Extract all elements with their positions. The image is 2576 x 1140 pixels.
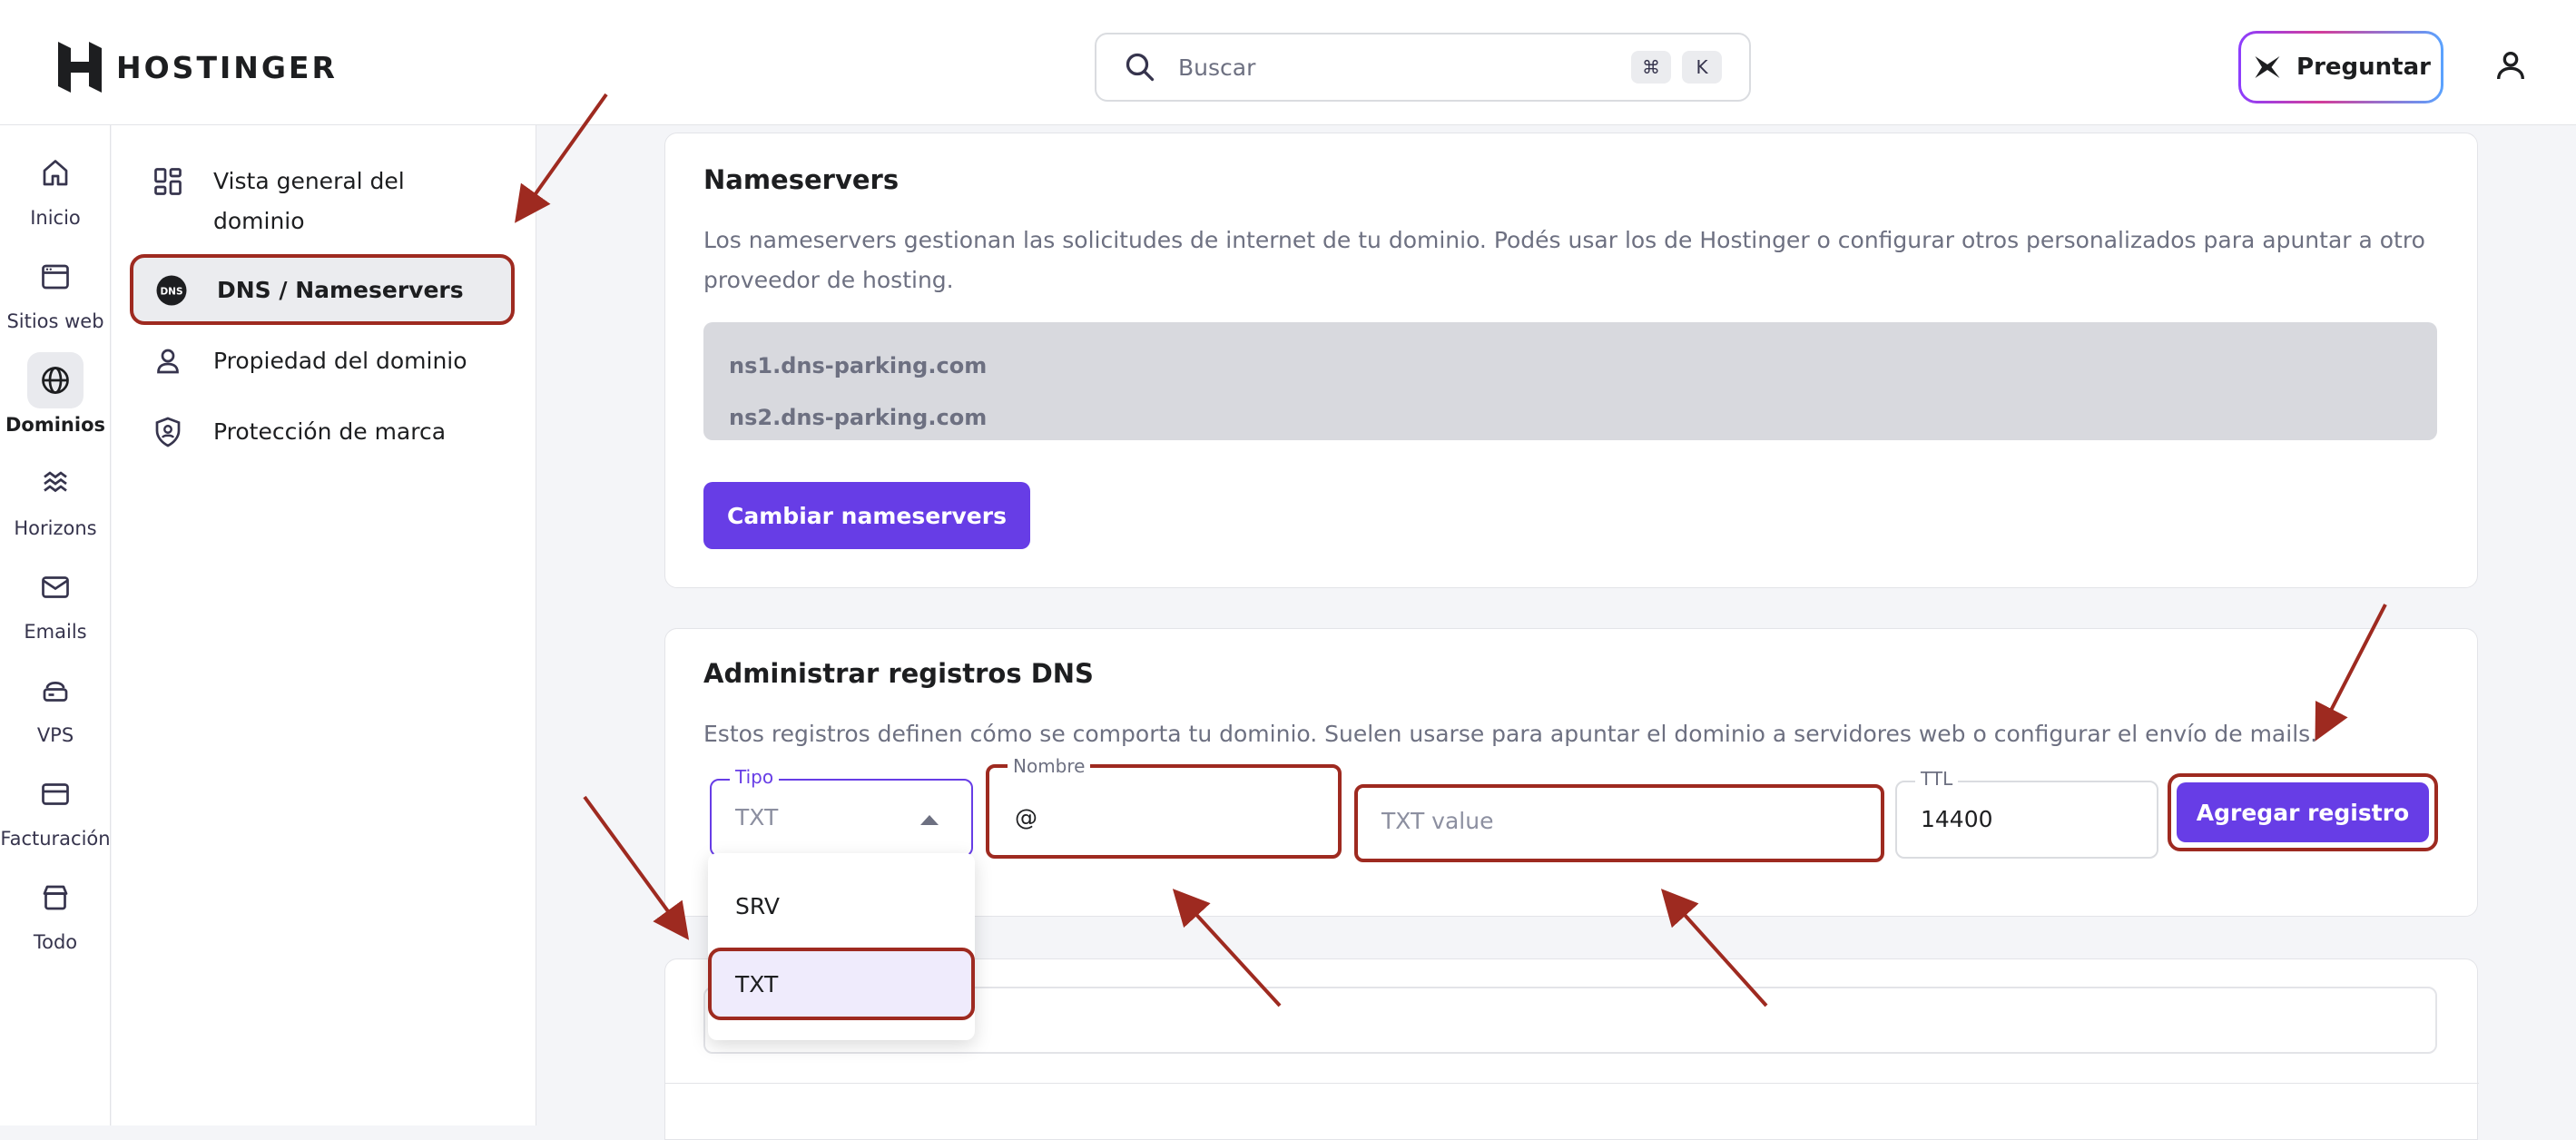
record-name-field[interactable]: Nombre @ xyxy=(986,755,1342,859)
shortcut-key-k: K xyxy=(1682,51,1722,84)
rail-icon-box xyxy=(27,145,84,201)
ask-ai-button[interactable]: Preguntar xyxy=(2238,31,2443,103)
caret-up-icon xyxy=(920,815,939,825)
rail-label: Emails xyxy=(24,621,87,643)
rail-item-vps[interactable]: VPS xyxy=(0,663,111,746)
record-value-field[interactable]: TXT value xyxy=(1354,784,1884,862)
change-nameservers-button[interactable]: Cambiar nameservers xyxy=(703,482,1030,549)
record-name-label: Nombre xyxy=(1008,755,1091,777)
hostinger-logo-icon xyxy=(58,42,102,93)
nameserver-list: ns1.dns-parking.com ns2.dns-parking.com xyxy=(703,322,2437,440)
subnav-label: Vista general del dominio xyxy=(213,168,405,234)
record-ttl-field[interactable]: TTL 14400 xyxy=(1895,768,2158,859)
dropdown-option-txt-label: TXT xyxy=(735,971,779,998)
dashboard-icon xyxy=(154,168,182,195)
home-icon xyxy=(43,160,68,186)
subnav-item-dns-nameservers[interactable]: DNS DNS / Nameservers xyxy=(130,254,515,325)
subnav-label: Propiedad del dominio xyxy=(213,348,467,374)
rail-icon-box xyxy=(27,559,84,615)
rail-label: Horizons xyxy=(14,517,97,539)
ai-spark-icon xyxy=(2255,56,2280,78)
subnav-label: DNS / Nameservers xyxy=(217,277,464,303)
subnav-item-proteccion-marca[interactable]: Protección de marca xyxy=(130,396,515,468)
nameservers-card: Nameservers Los nameservers gestionan la… xyxy=(664,133,2478,588)
search-bar[interactable]: Buscar ⌘ K xyxy=(1095,33,1751,102)
rail-label: Inicio xyxy=(30,207,81,229)
server-icon xyxy=(43,682,68,702)
browser-icon xyxy=(42,264,69,290)
rail-label: Dominios xyxy=(5,414,105,436)
rail-item-dominios[interactable]: Dominios xyxy=(0,352,111,436)
rail-icon-box xyxy=(27,766,84,822)
hostinger-logo[interactable]: HOSTINGER xyxy=(58,42,338,93)
subnav-label: Protección de marca xyxy=(213,418,447,445)
shield-icon xyxy=(155,417,181,447)
add-record-highlight: Agregar registro xyxy=(2168,773,2438,851)
account-icon[interactable] xyxy=(2492,47,2529,84)
rail-icon-box xyxy=(27,456,84,512)
rail-item-inicio[interactable]: Inicio xyxy=(0,145,111,229)
divider xyxy=(665,1083,2479,1084)
waves-icon xyxy=(44,471,67,493)
record-type-dropdown: SRV TXT xyxy=(708,853,975,1040)
search-placeholder: Buscar xyxy=(1178,54,1256,81)
rail-item-todo[interactable]: Todo xyxy=(0,870,111,953)
rail-icon-box xyxy=(27,249,84,305)
ask-ai-button-inner: Preguntar xyxy=(2241,34,2441,101)
top-header: HOSTINGER Buscar ⌘ K Preguntar xyxy=(0,0,2576,125)
record-type-value: TXT xyxy=(735,804,779,830)
rail-label: Todo xyxy=(33,931,78,953)
subnav-item-vista-general[interactable]: Vista general del dominio xyxy=(130,145,515,258)
person-icon xyxy=(157,349,179,374)
svg-text:DNS: DNS xyxy=(160,287,182,298)
rail-item-sitios-web[interactable]: Sitios web xyxy=(0,249,111,332)
rail-item-facturacion[interactable]: Facturación xyxy=(0,766,111,850)
shortcut-key-cmd: ⌘ xyxy=(1631,51,1671,84)
record-value-placeholder: TXT value xyxy=(1381,808,1494,834)
mail-icon xyxy=(42,576,69,598)
globe-icon xyxy=(42,367,69,394)
record-ttl-value: 14400 xyxy=(1921,806,1993,832)
nameserver-2: ns2.dns-parking.com xyxy=(729,405,988,430)
ask-ai-label: Preguntar xyxy=(2296,54,2431,81)
rail-icon-box xyxy=(27,870,84,926)
rail-label: Facturación xyxy=(0,828,111,850)
rail-icon-box xyxy=(27,663,84,719)
record-name-value: @ xyxy=(1015,804,1037,830)
subnav-item-propiedad[interactable]: Propiedad del dominio xyxy=(130,325,515,398)
dns-records-title: Administrar registros DNS xyxy=(703,658,1094,689)
search-icon xyxy=(1126,53,1155,82)
nameserver-1: ns1.dns-parking.com xyxy=(729,353,988,378)
card-icon xyxy=(42,783,69,805)
dns-records-description: Estos registros definen cómo se comporta… xyxy=(703,721,2318,747)
dns-icon: DNS xyxy=(156,275,187,306)
main-nav-rail: Inicio Sitios web Dominios Horizons Emai… xyxy=(0,125,111,1125)
rail-item-horizons[interactable]: Horizons xyxy=(0,456,111,539)
record-ttl-label: TTL xyxy=(1915,768,1959,790)
store-icon xyxy=(43,885,68,910)
rail-item-emails[interactable]: Emails xyxy=(0,559,111,643)
record-type-select[interactable]: Tipo TXT xyxy=(710,766,973,857)
record-type-label: Tipo xyxy=(730,766,780,788)
add-record-button[interactable]: Agregar registro xyxy=(2177,782,2429,842)
brand-name: HOSTINGER xyxy=(116,49,338,85)
rail-label: Sitios web xyxy=(6,310,104,332)
rail-icon-box xyxy=(27,352,84,408)
nameservers-title: Nameservers xyxy=(703,164,900,195)
dropdown-option-srv[interactable]: SRV xyxy=(708,870,975,942)
domain-subnav: Vista general del dominio DNS DNS / Name… xyxy=(112,125,536,1125)
nameservers-description: Los nameservers gestionan las solicitude… xyxy=(703,227,2425,293)
rail-label: VPS xyxy=(36,724,74,746)
dropdown-option-txt[interactable]: TXT xyxy=(708,948,975,1020)
